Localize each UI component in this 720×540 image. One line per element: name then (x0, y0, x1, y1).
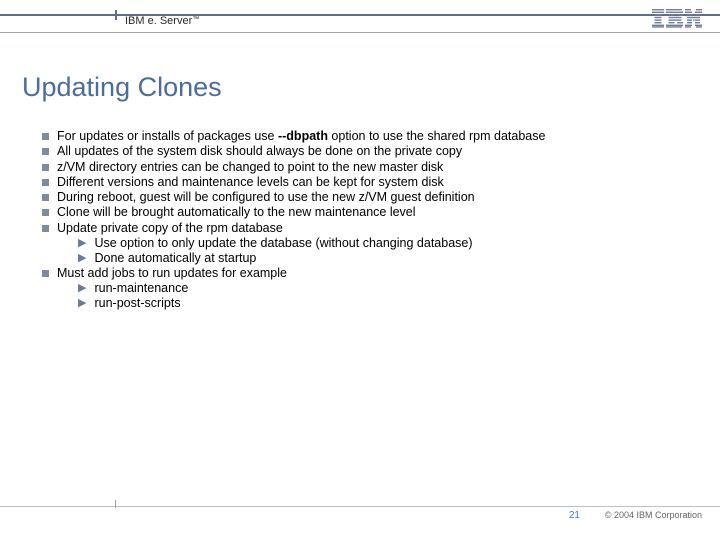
sub-bullet-text: run-maintenance (94, 281, 188, 296)
brand-text: IBM e. Server™ (125, 14, 199, 28)
sub-list-item: ▶ Use option to only update the database… (78, 236, 686, 251)
list-item: Must add jobs to run updates for example (42, 266, 686, 281)
sub-list-item: ▶ Done automatically at startup (78, 251, 686, 266)
sub-list-item: ▶ run-maintenance (78, 281, 686, 296)
page-number: 21 (569, 510, 580, 521)
list-item: During reboot, guest will be configured … (42, 190, 686, 205)
ibm-logo-icon (652, 8, 702, 28)
sub-bullet-text: Use option to only update the database (… (94, 236, 472, 251)
slide-body: For updates or installs of packages use … (42, 129, 686, 311)
list-item: z/VM directory entries can be changed to… (42, 160, 686, 175)
list-item: Different versions and maintenance level… (42, 175, 686, 190)
arrow-icon: ▶ (78, 296, 86, 311)
bullet-square-icon (42, 148, 49, 155)
sub-list-item: ▶ run-post-scripts (78, 296, 686, 311)
bullet-square-icon (42, 270, 49, 277)
bullet-text: Clone will be brought automatically to t… (57, 205, 416, 220)
copyright-text: © 2004 IBM Corporation (605, 510, 702, 520)
header-tick (115, 10, 117, 20)
list-item: Update private copy of the rpm database (42, 221, 686, 236)
list-item: Clone will be brought automatically to t… (42, 205, 686, 220)
bullet-square-icon (42, 194, 49, 201)
bullet-text: All updates of the system disk should al… (57, 144, 462, 159)
footer-rule (0, 506, 720, 507)
bullet-square-icon (42, 209, 49, 216)
slide-footer: 21 © 2004 IBM Corporation (0, 506, 720, 528)
bullet-square-icon (42, 225, 49, 232)
sub-bullet-text: run-post-scripts (94, 296, 180, 311)
list-item: For updates or installs of packages use … (42, 129, 686, 144)
slide-header: IBM e. Server™ (0, 0, 720, 38)
bullet-text: Update private copy of the rpm database (57, 221, 283, 236)
bullet-text: Must add jobs to run updates for example (57, 266, 287, 281)
header-rule-top (0, 14, 720, 16)
arrow-icon: ▶ (78, 236, 86, 251)
list-item: All updates of the system disk should al… (42, 144, 686, 159)
slide-title: Updating Clones (22, 72, 720, 103)
bullet-text-pre: For updates or installs of packages use (57, 129, 278, 143)
bullet-text: Different versions and maintenance level… (57, 175, 444, 190)
footer-tick (115, 500, 116, 508)
bullet-text-bold: --dbpath (278, 129, 328, 143)
brand-server: Server (160, 15, 192, 27)
bullet-square-icon (42, 133, 49, 140)
bullet-text: z/VM directory entries can be changed to… (57, 160, 443, 175)
bullet-square-icon (42, 164, 49, 171)
bullet-text-post: option to use the shared rpm database (328, 129, 546, 143)
arrow-icon: ▶ (78, 281, 86, 296)
sub-bullet-text: Done automatically at startup (94, 251, 256, 266)
bullet-text: For updates or installs of packages use … (57, 129, 545, 144)
header-rule-bottom (0, 32, 720, 33)
brand-prefix: IBM e. (125, 15, 160, 27)
bullet-text: During reboot, guest will be configured … (57, 190, 475, 205)
arrow-icon: ▶ (78, 251, 86, 266)
bullet-square-icon (42, 179, 49, 186)
brand-tm: ™ (192, 16, 199, 23)
